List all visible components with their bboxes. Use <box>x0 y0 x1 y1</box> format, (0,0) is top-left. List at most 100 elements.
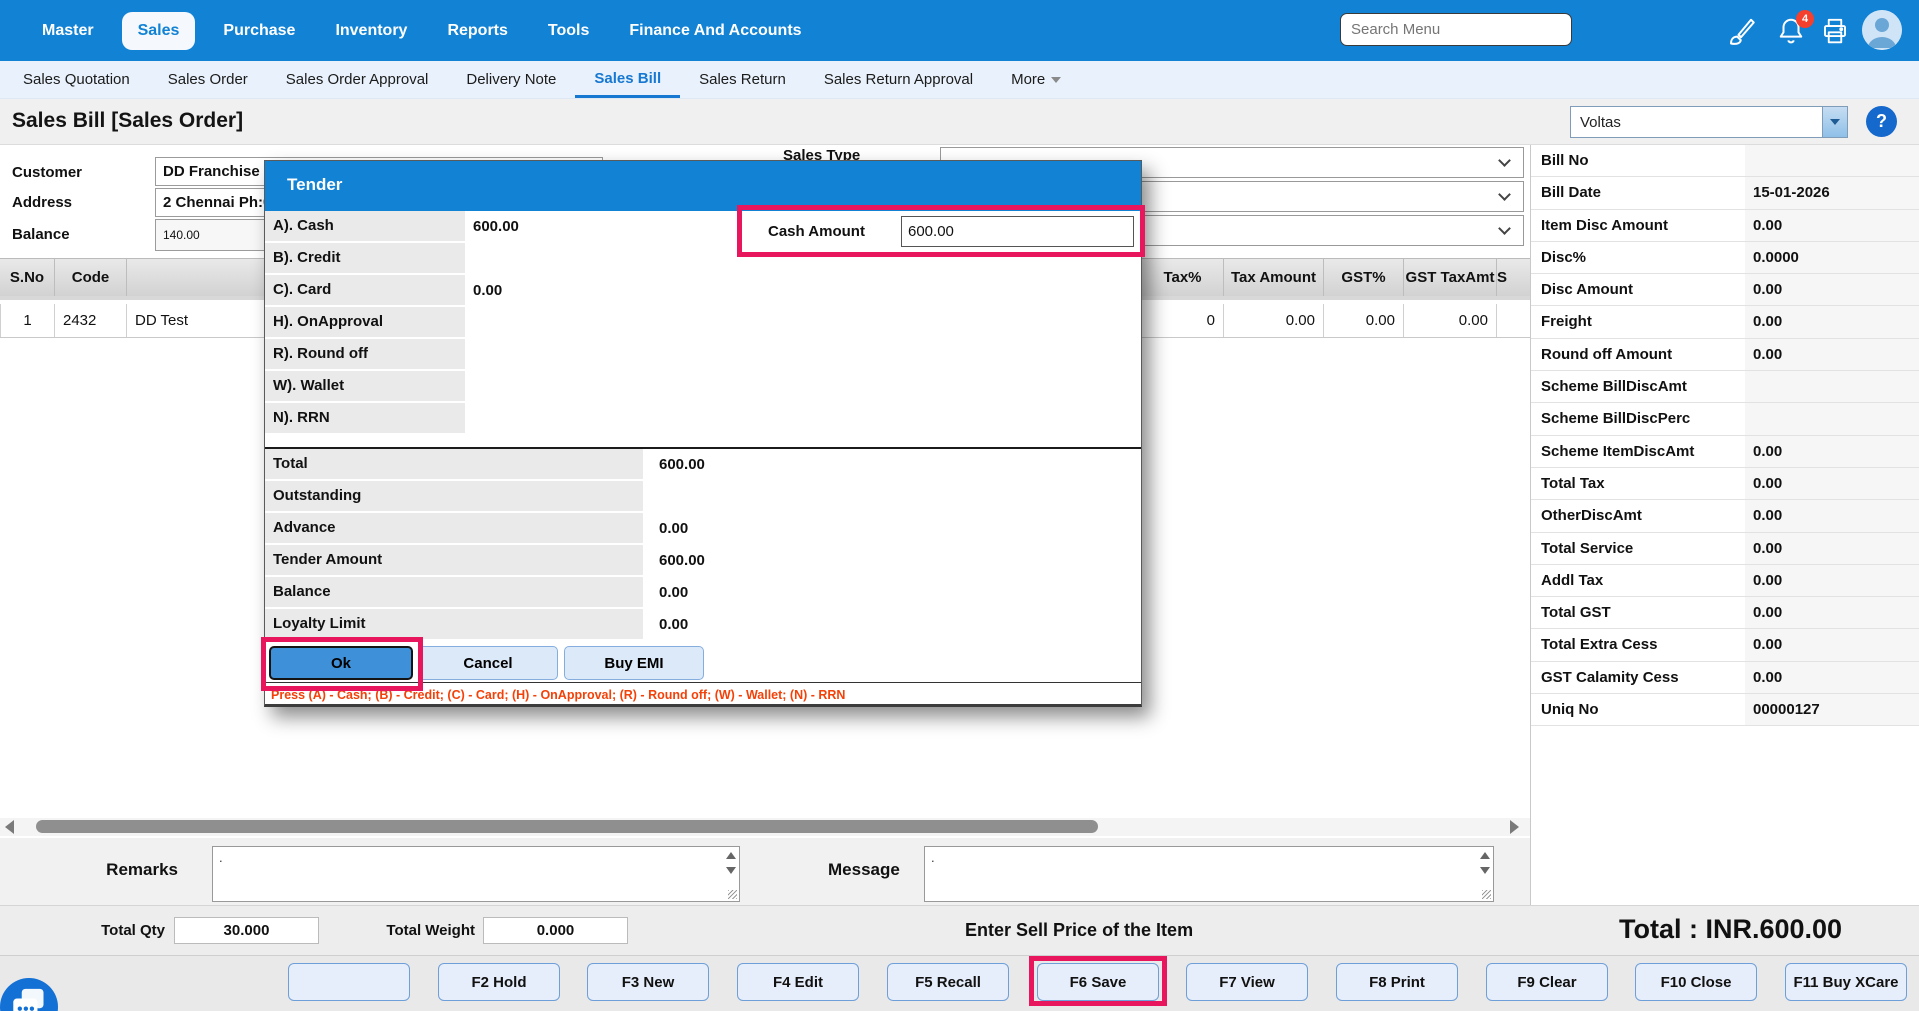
col-gst-pct: GST% <box>1324 259 1404 296</box>
nav-finance-and-accounts[interactable]: Finance And Accounts <box>617 12 813 50</box>
sidebar-value: 0.00 <box>1745 597 1919 628</box>
search-menu-input[interactable] <box>1340 13 1572 46</box>
scroll-up-icon[interactable] <box>726 852 736 859</box>
summary-total-label: Total <box>265 449 643 481</box>
totals-band: Total Qty Total Weight Enter Sell Price … <box>0 905 1919 955</box>
tender-row-card: C). Card 0.00 <box>265 275 1141 307</box>
item-code: 2432 <box>55 304 127 337</box>
item-tax-amount: 0.00 <box>1224 304 1324 337</box>
tender-credit-value <box>465 243 1141 275</box>
top-navigation: Master Sales Purchase Inventory Reports … <box>0 0 1919 61</box>
summary-loyalty-limit-label: Loyalty Limit <box>265 609 643 641</box>
nav-reports[interactable]: Reports <box>435 12 519 50</box>
sidebar-row-bill-no: Bill No <box>1531 145 1919 177</box>
scroll-down-icon[interactable] <box>1480 867 1490 874</box>
help-icon[interactable]: ? <box>1866 106 1897 137</box>
tab-more-label: More <box>1011 71 1045 88</box>
nav-master[interactable]: Master <box>30 12 106 50</box>
f4-edit-button[interactable]: F4 Edit <box>737 963 859 1001</box>
ok-button[interactable]: Ok <box>269 646 413 680</box>
sidebar-label: Bill Date <box>1531 177 1745 208</box>
tab-sales-quotation[interactable]: Sales Quotation <box>4 61 149 98</box>
scroll-down-icon[interactable] <box>726 867 736 874</box>
brand-dropdown[interactable]: Voltas <box>1570 106 1848 138</box>
bell-icon[interactable]: 4 <box>1776 16 1806 46</box>
col-code: Code <box>55 259 127 296</box>
sidebar-value: 0.00 <box>1745 629 1919 660</box>
tab-sales-bill[interactable]: Sales Bill <box>575 61 680 98</box>
tender-dialog: Tender A). Cash 600.00 B). Credit C). Ca… <box>264 160 1142 707</box>
printer-icon[interactable] <box>1820 16 1850 46</box>
sidebar-value <box>1745 403 1919 434</box>
fn-blank-button[interactable] <box>288 963 410 1001</box>
f5-recall-button[interactable]: F5 Recall <box>887 963 1009 1001</box>
user-avatar[interactable] <box>1862 10 1902 50</box>
message-field-wrap: . <box>924 846 1494 902</box>
f3-new-button[interactable]: F3 New <box>587 963 709 1001</box>
total-qty-input[interactable] <box>174 917 319 944</box>
tender-option-card[interactable]: C). Card <box>265 275 465 307</box>
message-textarea[interactable]: . <box>925 847 1493 901</box>
col-clipped: S <box>1497 259 1530 296</box>
tab-delivery-note[interactable]: Delivery Note <box>447 61 575 98</box>
function-button-bar: F2 Hold F3 New F4 Edit F5 Recall F6 Save… <box>0 955 1919 1011</box>
tender-option-wallet[interactable]: W). Wallet <box>265 371 465 403</box>
scroll-left-arrow[interactable] <box>5 820 14 834</box>
brush-icon[interactable] <box>1726 16 1756 46</box>
status-message: Enter Sell Price of the Item <box>965 920 1193 941</box>
cash-amount-input[interactable] <box>901 216 1134 247</box>
sidebar-row-gst-calamity-cess: GST Calamity Cess0.00 <box>1531 662 1919 694</box>
tender-option-cash[interactable]: A). Cash <box>265 211 465 243</box>
tender-option-roundoff[interactable]: R). Round off <box>265 339 465 371</box>
support-chat-button[interactable] <box>0 978 58 1011</box>
horizontal-scrollbar[interactable] <box>0 818 1530 836</box>
tender-option-onapproval[interactable]: H). OnApproval <box>265 307 465 339</box>
tab-sales-return-approval[interactable]: Sales Return Approval <box>805 61 992 98</box>
sidebar-value: 0.00 <box>1745 500 1919 531</box>
sidebar-label: Scheme ItemDiscAmt <box>1531 436 1745 467</box>
remarks-textarea[interactable]: . <box>213 847 739 901</box>
sidebar-label: Total Extra Cess <box>1531 629 1745 660</box>
sidebar-value: 0.00 <box>1745 533 1919 564</box>
sidebar-label: Scheme BillDiscAmt <box>1531 371 1745 402</box>
tab-sales-return[interactable]: Sales Return <box>680 61 805 98</box>
f8-print-button[interactable]: F8 Print <box>1336 963 1458 1001</box>
nav-inventory[interactable]: Inventory <box>323 12 419 50</box>
cash-amount-label: Cash Amount <box>768 223 865 240</box>
sidebar-row-total-extra-cess: Total Extra Cess0.00 <box>1531 629 1919 661</box>
scroll-up-icon[interactable] <box>1480 852 1490 859</box>
sidebar-value <box>1745 145 1919 176</box>
tab-sales-order-approval[interactable]: Sales Order Approval <box>267 61 448 98</box>
scrollbar-thumb[interactable] <box>36 820 1098 833</box>
tab-sales-order[interactable]: Sales Order <box>149 61 267 98</box>
sidebar-label: Total GST <box>1531 597 1745 628</box>
nav-sales[interactable]: Sales <box>122 12 196 50</box>
sidebar-row-scheme-billdiscamt: Scheme BillDiscAmt <box>1531 371 1919 403</box>
total-weight-input[interactable] <box>483 917 628 944</box>
nav-tools[interactable]: Tools <box>536 12 601 50</box>
scroll-right-arrow[interactable] <box>1510 820 1519 834</box>
message-label: Message <box>828 860 900 880</box>
resize-grip-icon[interactable] <box>728 890 737 899</box>
f11-buy-xcare-button[interactable]: F11 Buy XCare <box>1785 963 1907 1001</box>
f7-view-button[interactable]: F7 View <box>1186 963 1308 1001</box>
f2-hold-button[interactable]: F2 Hold <box>438 963 560 1001</box>
buy-emi-button[interactable]: Buy EMI <box>564 646 704 680</box>
tender-dialog-header[interactable]: Tender <box>265 161 1141 211</box>
summary-tender-amount-label: Tender Amount <box>265 545 643 577</box>
dropdown-arrow-icon[interactable] <box>1822 107 1847 137</box>
resize-grip-icon[interactable] <box>1482 890 1491 899</box>
cancel-button[interactable]: Cancel <box>418 646 558 680</box>
tender-option-rrn[interactable]: N). RRN <box>265 403 465 435</box>
tender-option-credit[interactable]: B). Credit <box>265 243 465 275</box>
sidebar-label: Scheme BillDiscPerc <box>1531 403 1745 434</box>
tab-more[interactable]: More <box>992 61 1080 98</box>
nav-purchase[interactable]: Purchase <box>211 12 307 50</box>
sidebar-label: Uniq No <box>1531 694 1745 725</box>
f6-save-button[interactable]: F6 Save <box>1037 963 1159 1001</box>
f10-close-button[interactable]: F10 Close <box>1635 963 1757 1001</box>
sidebar-row-freight: Freight0.00 <box>1531 306 1919 338</box>
summary-total-value: 600.00 <box>643 449 1141 481</box>
f9-clear-button[interactable]: F9 Clear <box>1486 963 1608 1001</box>
total-qty-label: Total Qty <box>60 922 165 939</box>
